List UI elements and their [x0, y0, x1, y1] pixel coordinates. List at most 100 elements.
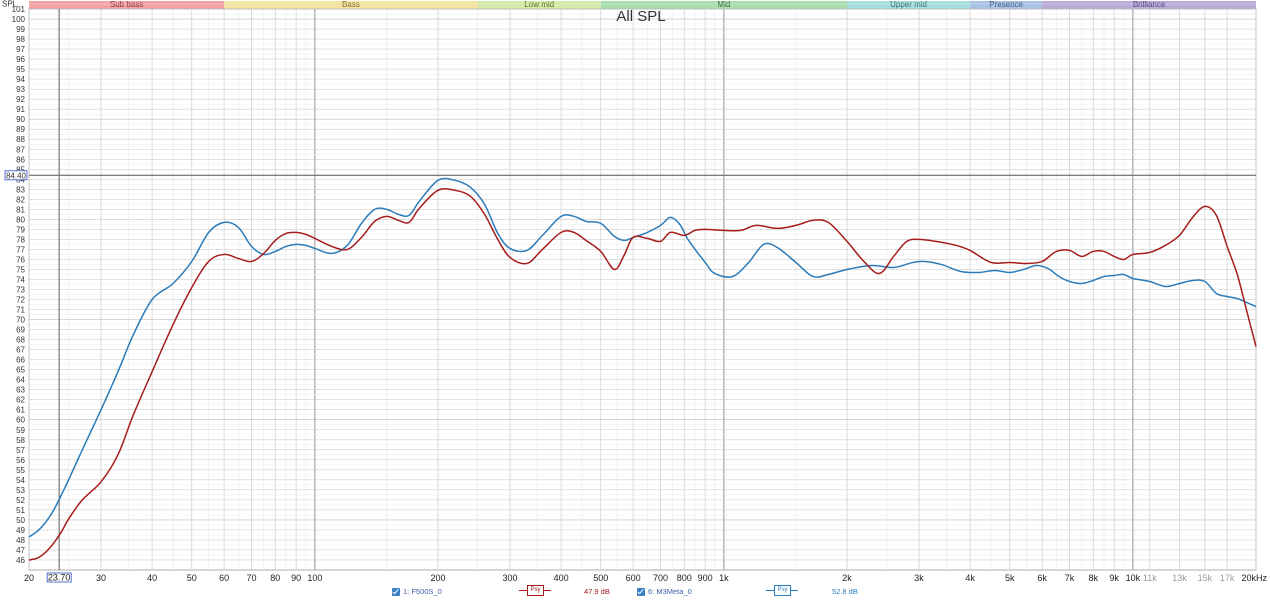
band-label: Mid [717, 0, 730, 9]
legend-swatch-1[interactable]: Psy [519, 585, 551, 596]
checkbox-icon[interactable] [637, 588, 645, 597]
smoothing-badge-2: Psy [774, 585, 791, 596]
y-tick-label: 83 [16, 185, 25, 194]
spl-chart[interactable]: Sub bass Bass Low mid Mid Upper mid Presence B… [0, 0, 1270, 600]
y-tick-label: 96 [16, 55, 25, 64]
x-tick-label: 90 [291, 573, 301, 583]
x-tick-label: 20kHz [1241, 573, 1267, 583]
y-tick-label: 98 [16, 35, 25, 44]
y-tick-label: 57 [16, 446, 25, 455]
x-tick-label: 30 [96, 573, 106, 583]
band-label: Low mid [524, 0, 554, 9]
x-tick-label: 80 [270, 573, 280, 583]
y-tick-label: 89 [16, 125, 25, 134]
y-tick-label: 64 [16, 376, 25, 385]
y-tick-label: 90 [16, 115, 25, 124]
x-tick-label: 3k [914, 573, 924, 583]
y-tick-label: 72 [16, 296, 25, 305]
y-tick-label: 62 [16, 396, 25, 405]
y-tick-label: 79 [16, 225, 25, 234]
y-tick-label: 91 [16, 105, 25, 114]
y-tick-label: 50 [16, 516, 25, 525]
legend-item-1[interactable]: 1: F500S_0 [392, 587, 442, 597]
y-tick-label: 73 [16, 286, 25, 295]
x-tick-label: 17k [1220, 573, 1235, 583]
y-tick-label: 76 [16, 255, 25, 264]
cursor-x-label: 23.70 [48, 573, 71, 583]
y-tick-label: 66 [16, 356, 25, 365]
x-tick-label: 50 [187, 573, 197, 583]
y-tick-label: 61 [16, 406, 25, 415]
y-tick-label: 97 [16, 45, 25, 54]
y-tick-label: 55 [16, 466, 25, 475]
y-tick-label: 68 [16, 336, 25, 345]
legend-label-1: 1: F500S_0 [403, 587, 442, 596]
y-tick-label: 65 [16, 366, 25, 375]
y-tick-label: 58 [16, 436, 25, 445]
y-tick-label: 47 [16, 546, 25, 555]
x-axis: 20 30 40 50 60 70 80 90 100 200 300 400 500 600 700 800… [24, 573, 1268, 583]
y-tick-label: 59 [16, 426, 25, 435]
x-tick-label: 200 [430, 573, 445, 583]
legend-item-2[interactable]: 6: M3Meta_0 [637, 587, 692, 597]
x-tick-label: 70 [247, 573, 257, 583]
y-tick-label: 77 [16, 245, 25, 254]
x-tick-label: 100 [307, 573, 322, 583]
x-tick-label: 8k [1088, 573, 1098, 583]
chart-grid [28, 3, 1257, 571]
legend-value-1: 47.9 dB [584, 587, 610, 596]
y-tick-label: 67 [16, 346, 25, 355]
y-tick-label: 54 [16, 476, 25, 485]
legend-label-2: 6: M3Meta_0 [648, 587, 692, 596]
x-tick-label: 11k [1143, 573, 1157, 583]
x-tick-label: 5k [1005, 573, 1015, 583]
x-tick-label: 700 [653, 573, 668, 583]
y-tick-label: 100 [12, 15, 26, 24]
cursor-y-label: 84.40 [6, 171, 27, 180]
x-tick-label: 60 [219, 573, 229, 583]
x-tick-label: 20 [24, 573, 34, 583]
x-tick-label: 10k [1126, 573, 1141, 583]
legend-bar: 1: F500S_0 Psy 47.9 dB 6: M3Meta_0 Psy 5… [0, 583, 1270, 600]
x-tick-label: 800 [677, 573, 692, 583]
y-tick-label: 60 [16, 416, 25, 425]
y-tick-label: 48 [16, 536, 25, 545]
y-tick-label: 80 [16, 215, 25, 224]
x-tick-label: 300 [503, 573, 518, 583]
y-tick-label: 92 [16, 95, 25, 104]
checkbox-icon[interactable] [392, 588, 400, 597]
x-tick-label: 1k [719, 573, 729, 583]
y-tick-label: 53 [16, 486, 25, 495]
legend-swatch-2[interactable]: Psy [766, 585, 798, 596]
y-tick-label: 74 [16, 275, 25, 284]
band-label: Presence [989, 0, 1023, 9]
x-tick-label: 6k [1037, 573, 1047, 583]
x-tick-label: 900 [698, 573, 713, 583]
smoothing-badge-1: Psy [527, 585, 544, 596]
y-tick-label: 81 [16, 205, 25, 214]
y-tick-label: 88 [16, 135, 25, 144]
x-tick-label: 13k [1172, 573, 1187, 583]
chart-title: All SPL [616, 8, 665, 25]
x-tick-label: 500 [593, 573, 608, 583]
y-tick-label: 95 [16, 65, 25, 74]
y-tick-label: 75 [16, 265, 25, 274]
x-tick-label: 4k [965, 573, 975, 583]
x-tick-label: 40 [147, 573, 157, 583]
y-tick-label: 56 [16, 456, 25, 465]
x-tick-label: 600 [626, 573, 641, 583]
x-tick-label: 15k [1198, 573, 1213, 583]
y-tick-label: 49 [16, 526, 25, 535]
y-tick-label: 82 [16, 195, 25, 204]
y-tick-label: 87 [16, 145, 25, 154]
y-tick-label: 101 [12, 5, 26, 14]
y-tick-label: 94 [16, 75, 25, 84]
y-tick-label: 78 [16, 235, 25, 244]
y-tick-label: 63 [16, 386, 25, 395]
y-tick-label: 70 [16, 316, 25, 325]
band-label: Upper mid [890, 0, 927, 9]
x-tick-label: 9k [1109, 573, 1119, 583]
y-tick-label: 71 [16, 306, 25, 315]
y-axis: SPL 464748495051525354555657585960616263… [2, 0, 26, 565]
y-tick-label: 51 [16, 506, 25, 515]
